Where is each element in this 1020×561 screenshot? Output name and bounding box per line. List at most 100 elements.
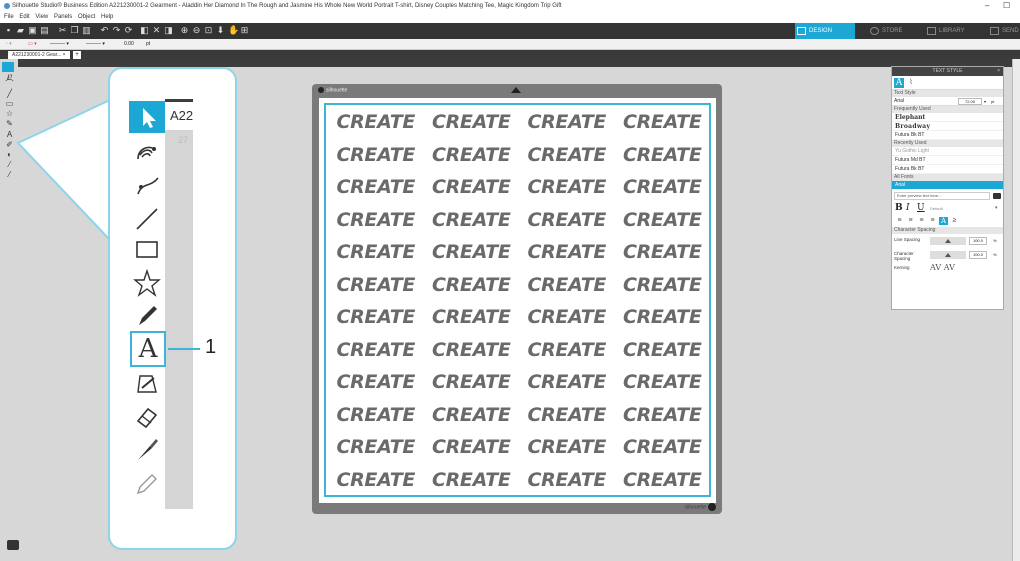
style-default[interactable]: Default — [930, 206, 943, 211]
font-item-elephant[interactable]: Elephant — [892, 113, 1003, 122]
create-text-object[interactable]: CREATE — [615, 106, 711, 139]
tab-library[interactable]: LIBRARY — [925, 23, 985, 39]
menu-object[interactable]: Object — [78, 12, 95, 23]
menu-panels[interactable]: Panels — [54, 12, 72, 23]
text-style-tab-icon[interactable]: A — [894, 78, 904, 88]
rectangle-tool-icon[interactable]: ▭ — [5, 99, 14, 108]
create-text-object[interactable]: CREATE — [615, 464, 711, 497]
zoom-fit-icon[interactable]: ⊡ — [204, 26, 213, 35]
create-text-object[interactable]: CREATE — [328, 301, 424, 334]
redo-icon[interactable]: ↷ — [112, 26, 121, 35]
font-item-broadway[interactable]: Broadway — [892, 122, 1003, 131]
preview-text-input[interactable]: Enter preview text here... — [894, 192, 990, 200]
align-justify-icon[interactable]: ≡ — [928, 217, 937, 225]
align-right-icon[interactable]: ≡ — [917, 217, 926, 225]
tab-design[interactable]: DESIGN — [795, 23, 855, 39]
create-text-object[interactable]: CREATE — [519, 106, 615, 139]
create-text-object[interactable]: CREATE — [424, 139, 520, 172]
create-text-object[interactable]: CREATE — [615, 334, 711, 367]
document-tab[interactable]: A221230001-2 Gear... × — [8, 51, 70, 59]
callout-select-tool[interactable] — [129, 101, 165, 133]
create-text-object[interactable]: CREATE — [615, 204, 711, 237]
new-file-icon[interactable]: ▪ — [4, 26, 13, 35]
font-item-yu-gothic[interactable]: Yu Gothic Light — [892, 147, 1003, 156]
clear-preview-icon[interactable] — [993, 193, 1001, 199]
create-text-object[interactable]: CREATE — [328, 204, 424, 237]
text-tool-small-icon[interactable]: A — [5, 130, 14, 139]
callout-line-tool-icon[interactable] — [132, 203, 162, 233]
create-text-object[interactable]: CREATE — [519, 366, 615, 399]
callout-text-tool-icon[interactable]: A — [130, 331, 166, 367]
create-text-object[interactable]: CREATE — [328, 236, 424, 269]
font-item-arial[interactable]: Arial — [892, 181, 1003, 190]
knife-tool-icon[interactable]: ⁄ — [5, 160, 14, 169]
create-text-object[interactable]: CREATE — [328, 106, 424, 139]
library-toggle-button[interactable] — [7, 540, 19, 550]
bold-button[interactable]: B — [895, 203, 903, 213]
rotate-icon[interactable]: ⟳ — [124, 26, 133, 35]
maximize-button[interactable]: ☐ — [1003, 0, 1010, 12]
font-item-futura-md[interactable]: Futura Md BT — [892, 156, 1003, 165]
close-tab-icon[interactable]: × — [63, 52, 66, 58]
stroke-value[interactable]: 0.00 — [124, 39, 134, 50]
create-text-object[interactable]: CREATE — [519, 464, 615, 497]
print-icon[interactable]: ▤ — [40, 26, 49, 35]
line-style-dropdown[interactable]: ——— ▾ — [50, 39, 69, 50]
save-icon[interactable]: ▣ — [28, 26, 37, 35]
copy-icon[interactable]: ❐ — [70, 26, 79, 35]
line-width-dropdown[interactable]: ——— ▾ — [86, 39, 105, 50]
text-path-tab-icon[interactable]: ⌇ — [906, 78, 916, 88]
horizontal-text-icon[interactable]: A — [939, 217, 948, 225]
delete-icon[interactable]: ✕ — [152, 26, 161, 35]
polygon-tool-icon[interactable]: ☆ — [5, 109, 14, 118]
create-text-object[interactable]: CREATE — [519, 171, 615, 204]
char-spacing-slider[interactable] — [930, 251, 966, 259]
create-text-object[interactable]: CREATE — [424, 464, 520, 497]
create-text-object[interactable]: CREATE — [615, 301, 711, 334]
minimize-button[interactable]: – — [985, 0, 989, 12]
style-dropdown-icon[interactable]: ▾ — [995, 205, 998, 211]
panel-close-icon[interactable]: × — [997, 67, 1000, 76]
add-page-icon[interactable]: ⊞ — [240, 26, 249, 35]
create-text-object[interactable]: CREATE — [615, 431, 711, 464]
menu-edit[interactable]: Edit — [19, 12, 29, 23]
group-icon[interactable]: ◧ — [140, 26, 149, 35]
italic-button[interactable]: I — [906, 203, 910, 213]
create-text-object[interactable]: CREATE — [519, 139, 615, 172]
callout-eraser-tool-icon[interactable] — [132, 401, 162, 431]
line-spacing-value[interactable]: 100.0 — [969, 237, 987, 245]
create-text-object[interactable]: CREATE — [328, 334, 424, 367]
menu-file[interactable]: File — [4, 12, 14, 23]
kerning-icons[interactable]: AV AV — [930, 263, 955, 272]
ungroup-icon[interactable]: ◨ — [164, 26, 173, 35]
create-text-object[interactable]: CREATE — [519, 236, 615, 269]
create-text-object[interactable]: CREATE — [615, 171, 711, 204]
menu-view[interactable]: View — [35, 12, 48, 23]
create-text-object[interactable]: CREATE — [424, 366, 520, 399]
create-text-object[interactable]: CREATE — [328, 269, 424, 302]
create-text-object[interactable]: CREATE — [615, 269, 711, 302]
char-spacing-value[interactable]: 100.0 — [969, 251, 987, 259]
add-tab-button[interactable]: + — [73, 51, 81, 59]
underline-button[interactable]: U — [917, 203, 925, 213]
create-text-object[interactable]: CREATE — [519, 399, 615, 432]
create-text-object[interactable]: CREATE — [424, 399, 520, 432]
tab-store[interactable]: STORE — [868, 23, 923, 39]
eyedropper-tool-icon[interactable]: ⁄ — [5, 170, 14, 179]
create-text-object[interactable]: CREATE — [328, 431, 424, 464]
create-text-object[interactable]: CREATE — [615, 399, 711, 432]
create-text-object[interactable]: CREATE — [519, 431, 615, 464]
create-text-object[interactable]: CREATE — [424, 269, 520, 302]
callout-polygon-tool-icon[interactable] — [132, 268, 162, 298]
tab-send[interactable]: SEND — [988, 23, 1020, 39]
create-text-object[interactable]: CREATE — [424, 236, 520, 269]
pencil-tool-icon[interactable]: ✎ — [5, 119, 14, 128]
undo-icon[interactable]: ↶ — [100, 26, 109, 35]
create-text-object[interactable]: CREATE — [519, 204, 615, 237]
zoom-out-icon[interactable]: ⊖ — [192, 26, 201, 35]
paste-icon[interactable]: ▥ — [82, 26, 91, 35]
line-color-icon[interactable]: ▭ ▾ — [28, 39, 37, 50]
create-text-object[interactable]: CREATE — [615, 139, 711, 172]
font-item-futura-bk[interactable]: Futura Bk BT — [892, 131, 1003, 140]
font-item-futura-bk-recent[interactable]: Futura Bk BT — [892, 165, 1003, 174]
